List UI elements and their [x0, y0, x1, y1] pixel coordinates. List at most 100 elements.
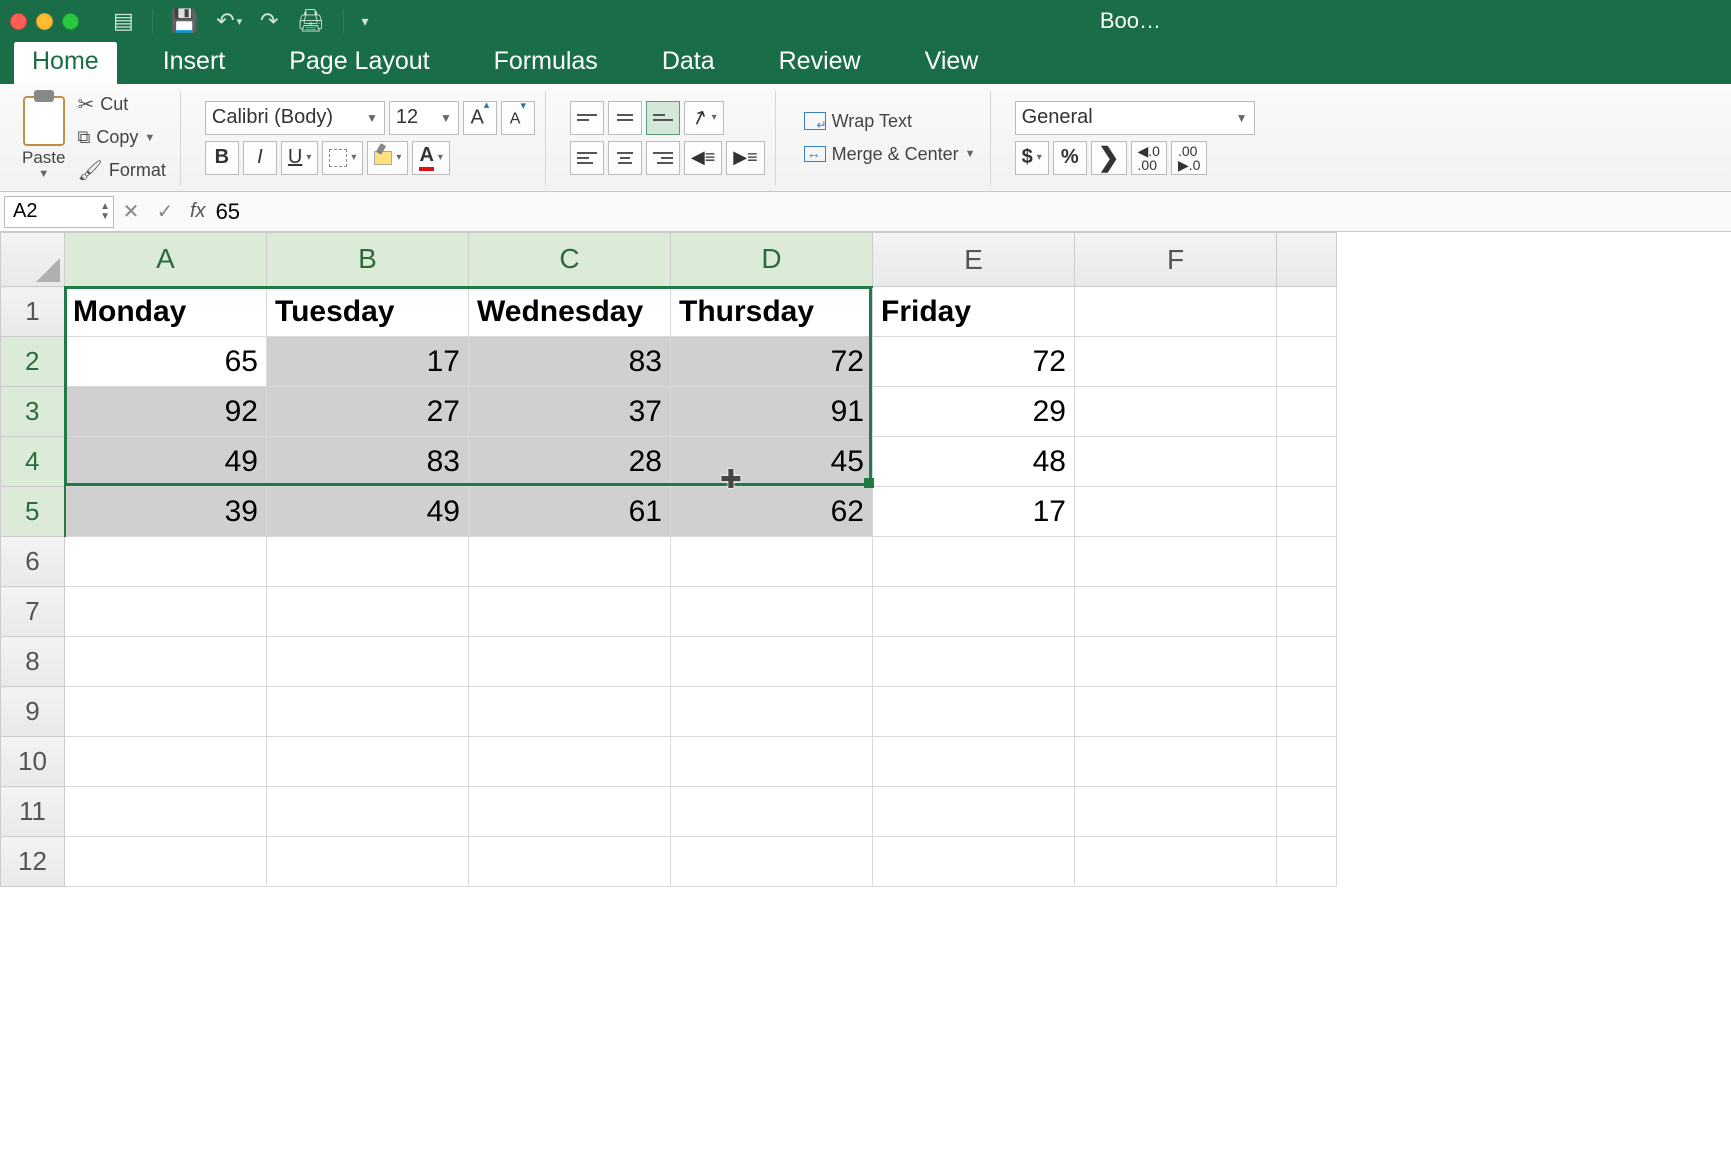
underline-button[interactable]: U — [281, 141, 318, 175]
cell-blank[interactable] — [1277, 287, 1337, 337]
redo-button[interactable]: ↷ — [260, 8, 278, 34]
close-window-icon[interactable] — [10, 13, 27, 30]
save-icon[interactable]: 💾 — [171, 8, 198, 34]
cell-B12[interactable] — [267, 837, 469, 887]
cell-A5[interactable]: 39 — [65, 487, 267, 537]
cell-B9[interactable] — [267, 687, 469, 737]
cell-blank[interactable] — [1277, 537, 1337, 587]
cell-blank[interactable] — [1277, 687, 1337, 737]
accounting-format-button[interactable]: $ — [1015, 141, 1049, 175]
name-box[interactable]: A2 ▲▼ — [4, 196, 114, 228]
font-size-combo[interactable]: 12 ▼ — [389, 101, 459, 135]
cell-B5[interactable]: 49 — [267, 487, 469, 537]
row-header-11[interactable]: 11 — [1, 787, 65, 837]
cell-B6[interactable] — [267, 537, 469, 587]
cell-E4[interactable]: 48 — [873, 437, 1075, 487]
align-top-button[interactable] — [570, 101, 604, 135]
cell-E2[interactable]: 72 — [873, 337, 1075, 387]
cell-E6[interactable] — [873, 537, 1075, 587]
cell-E7[interactable] — [873, 587, 1075, 637]
column-header-F[interactable]: F — [1075, 233, 1277, 287]
cell-F8[interactable] — [1075, 637, 1277, 687]
cell-blank[interactable] — [1277, 437, 1337, 487]
cancel-formula-button[interactable]: ✕ — [114, 199, 148, 224]
align-left-button[interactable] — [570, 141, 604, 175]
increase-font-button[interactable]: A▴ — [463, 101, 497, 135]
row-header-2[interactable]: 2 — [1, 337, 65, 387]
cell-E8[interactable] — [873, 637, 1075, 687]
cell-A2[interactable]: 65 — [65, 337, 267, 387]
percent-format-button[interactable]: % — [1053, 141, 1087, 175]
row-header-3[interactable]: 3 — [1, 387, 65, 437]
borders-button[interactable] — [322, 141, 363, 175]
cell-A7[interactable] — [65, 587, 267, 637]
cell-F10[interactable] — [1075, 737, 1277, 787]
cell-B11[interactable] — [267, 787, 469, 837]
row-header-5[interactable]: 5 — [1, 487, 65, 537]
cell-F6[interactable] — [1075, 537, 1277, 587]
cell-D3[interactable]: 91 — [671, 387, 873, 437]
cell-F5[interactable] — [1075, 487, 1277, 537]
cell-C5[interactable]: 61 — [469, 487, 671, 537]
maximize-window-icon[interactable] — [62, 13, 79, 30]
row-header-4[interactable]: 4 — [1, 437, 65, 487]
cell-A1[interactable]: Monday — [65, 287, 267, 337]
cell-F2[interactable] — [1075, 337, 1277, 387]
print-icon[interactable]: 🖨 — [297, 8, 325, 34]
font-color-button[interactable]: A — [412, 141, 449, 175]
row-header-6[interactable]: 6 — [1, 537, 65, 587]
wrap-text-button[interactable]: Wrap Text — [800, 108, 980, 135]
orientation-button[interactable]: ↗ — [684, 101, 724, 135]
cell-blank[interactable] — [1277, 387, 1337, 437]
cell-F12[interactable] — [1075, 837, 1277, 887]
cell-blank[interactable] — [1277, 487, 1337, 537]
cell-E5[interactable]: 17 — [873, 487, 1075, 537]
column-header-E[interactable]: E — [873, 233, 1075, 287]
align-bottom-button[interactable] — [646, 101, 680, 135]
row-header-1[interactable]: 1 — [1, 287, 65, 337]
cell-C11[interactable] — [469, 787, 671, 837]
bold-button[interactable]: B — [205, 141, 239, 175]
increase-indent-button[interactable]: ▶≡ — [726, 141, 764, 175]
cell-E3[interactable]: 29 — [873, 387, 1075, 437]
italic-button[interactable]: I — [243, 141, 277, 175]
cell-E10[interactable] — [873, 737, 1075, 787]
fill-color-button[interactable] — [367, 141, 408, 175]
cell-C2[interactable]: 83 — [469, 337, 671, 387]
number-format-combo[interactable]: General ▼ — [1015, 101, 1255, 135]
cell-E9[interactable] — [873, 687, 1075, 737]
cell-D2[interactable]: 72 — [671, 337, 873, 387]
decrease-font-button[interactable]: A▾ — [501, 101, 535, 135]
accept-formula-button[interactable]: ✓ — [148, 199, 182, 224]
cell-E12[interactable] — [873, 837, 1075, 887]
cell-C10[interactable] — [469, 737, 671, 787]
column-header-A[interactable]: A — [65, 233, 267, 287]
format-painter-button[interactable]: 🖌 Format — [73, 155, 169, 186]
cell-C3[interactable]: 37 — [469, 387, 671, 437]
cell-B7[interactable] — [267, 587, 469, 637]
tab-page-layout[interactable]: Page Layout — [271, 41, 447, 84]
cell-B8[interactable] — [267, 637, 469, 687]
align-middle-button[interactable] — [608, 101, 642, 135]
row-header-7[interactable]: 7 — [1, 587, 65, 637]
tab-view[interactable]: View — [907, 41, 997, 84]
column-header-C[interactable]: C — [469, 233, 671, 287]
cell-A12[interactable] — [65, 837, 267, 887]
cell-D1[interactable]: Thursday — [671, 287, 873, 337]
customize-qat-icon[interactable]: ▾ — [362, 13, 369, 30]
cell-F4[interactable] — [1075, 437, 1277, 487]
tab-insert[interactable]: Insert — [145, 41, 244, 84]
cell-F11[interactable] — [1075, 787, 1277, 837]
minimize-window-icon[interactable] — [36, 13, 53, 30]
align-center-button[interactable] — [608, 141, 642, 175]
cell-D12[interactable] — [671, 837, 873, 887]
cell-F9[interactable] — [1075, 687, 1277, 737]
cell-A10[interactable] — [65, 737, 267, 787]
tab-home[interactable]: Home — [14, 41, 117, 84]
cell-blank[interactable] — [1277, 737, 1337, 787]
name-box-spinner[interactable]: ▲▼ — [100, 202, 110, 222]
cell-D9[interactable] — [671, 687, 873, 737]
cell-B2[interactable]: 17 — [267, 337, 469, 387]
column-header-D[interactable]: D — [671, 233, 873, 287]
cell-D6[interactable] — [671, 537, 873, 587]
